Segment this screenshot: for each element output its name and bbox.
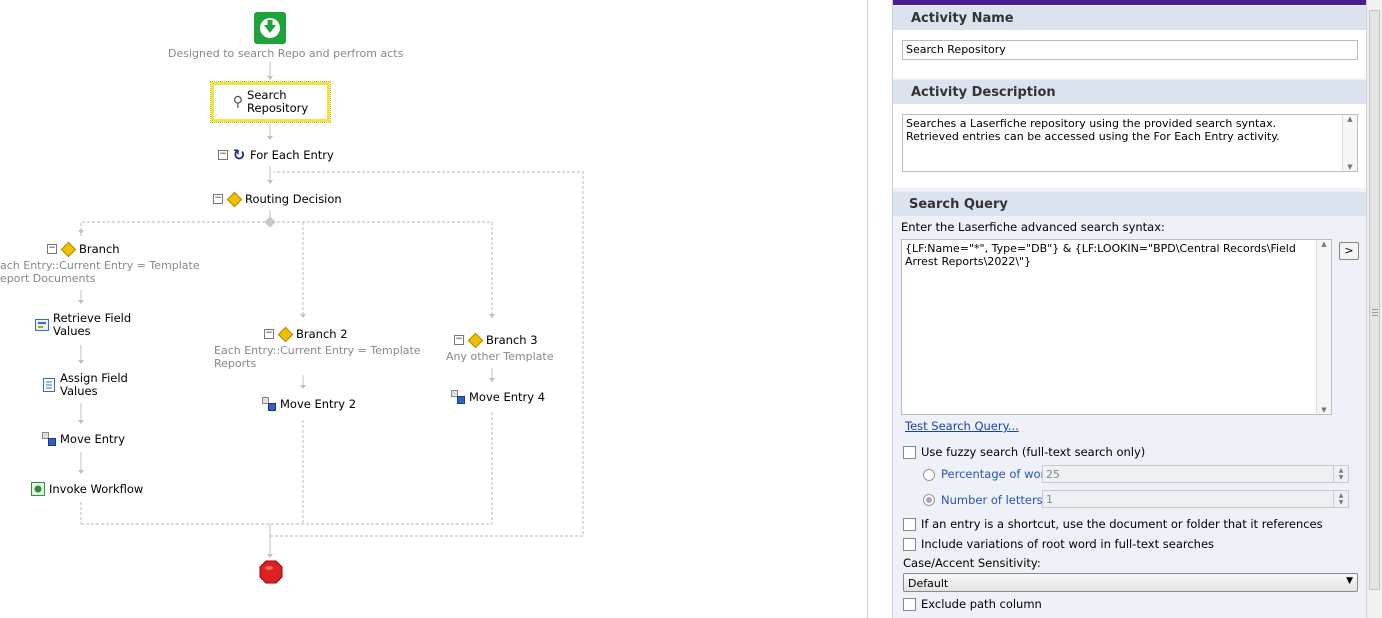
search-syntax-label: Enter the Laserfiche advanced search syn… <box>901 220 1165 234</box>
percentage-spinner[interactable]: ▲ ▼ <box>1333 466 1348 482</box>
branch-2-label: Branch 2 <box>296 327 348 341</box>
branch-1-activity[interactable]: − Branch <box>47 241 120 257</box>
branch-icon <box>467 332 483 348</box>
search-query-input[interactable]: {LF:Name="*", Type="DB"} & {LF:LOOKIN="B… <box>901 239 1332 415</box>
test-search-query-link[interactable]: Test Search Query... <box>905 419 1019 433</box>
activity-description-section: Searches a Laserfiche repository using t… <box>893 104 1366 188</box>
collapse-icon[interactable]: − <box>264 329 274 339</box>
assign-field-values-activity[interactable]: Assign Field Values <box>42 372 128 398</box>
move-entry-icon <box>42 432 56 446</box>
percentage-radio[interactable] <box>923 469 935 481</box>
move-entry-2-label: Move Entry 2 <box>280 397 357 411</box>
invoke-workflow-icon <box>31 482 45 496</box>
retrieve-field-values-activity[interactable]: Retrieve Field Values <box>35 312 131 338</box>
branch-icon <box>277 326 293 342</box>
routing-decision-activity[interactable]: − Routing Decision <box>213 191 342 207</box>
letters-radio[interactable] <box>923 494 935 506</box>
search-repository-activity[interactable]: ⚲ Search Repository <box>210 81 331 123</box>
branch-1-label: Branch <box>79 242 120 256</box>
activity-description-input[interactable]: Searches a Laserfiche repository using t… <box>902 114 1358 172</box>
expand-query-button[interactable]: > <box>1339 242 1359 260</box>
branch-icon <box>60 241 76 257</box>
variations-label: Include variations of root word in full-… <box>921 537 1215 551</box>
sensitivity-value: Default <box>908 577 949 590</box>
scrollbar-thumb[interactable] <box>1369 10 1380 590</box>
workflow-connectors <box>78 62 584 558</box>
routing-decision-label: Routing Decision <box>245 192 342 206</box>
collapse-icon[interactable]: − <box>213 194 223 204</box>
for-each-entry-activity[interactable]: − ↻ For Each Entry <box>218 146 334 164</box>
activity-description-header[interactable]: Activity Description <box>893 80 1366 104</box>
search-query-text: {LF:Name="*", Type="DB"} & {LF:LOOKIN="B… <box>905 242 1296 268</box>
fuzzy-search-label: Use fuzzy search (full-text search only) <box>921 445 1146 459</box>
fuzzy-search-checkbox[interactable] <box>903 446 916 459</box>
branch-2-condition: Each Entry::Current Entry = Template Rep… <box>214 344 421 370</box>
percentage-label: Percentage of word: <box>941 467 1057 481</box>
letters-spinner[interactable]: ▲ ▼ <box>1333 491 1348 507</box>
workflow-designer-canvas[interactable]: Designed to search Repo and perfrom acts… <box>0 0 867 618</box>
for-each-entry-label: For Each Entry <box>250 148 334 162</box>
move-entry-activity[interactable]: Move Entry <box>42 432 125 446</box>
assign-fields-icon <box>42 378 56 392</box>
invoke-workflow-activity[interactable]: Invoke Workflow <box>31 482 143 496</box>
stop-icon[interactable] <box>259 560 283 584</box>
shortcut-checkbox[interactable] <box>903 518 916 531</box>
panel-accent-bar <box>893 0 1366 5</box>
query-scrollbar[interactable]: ▲ ▼ <box>1316 240 1331 414</box>
branch-3-condition: Any other Template <box>446 350 554 363</box>
branch-3-activity[interactable]: − Branch 3 <box>454 332 538 348</box>
sensitivity-label: Case/Accent Sensitivity: <box>903 556 1041 570</box>
branch-3-label: Branch 3 <box>486 333 538 347</box>
activity-name-header[interactable]: Activity Name <box>893 6 1366 30</box>
percentage-value: 25 <box>1046 468 1060 481</box>
exclude-path-label: Exclude path column <box>921 597 1042 611</box>
chevron-down-icon: ▼ <box>1346 576 1353 586</box>
panel-scrollbar[interactable] <box>1366 0 1382 618</box>
collapse-icon[interactable]: − <box>218 150 228 160</box>
properties-panel: Activity Name Search Repository Activity… <box>892 0 1366 618</box>
letters-value: 1 <box>1046 493 1053 506</box>
panel-gap <box>868 0 892 618</box>
move-entry-4-label: Move Entry 4 <box>469 390 546 404</box>
search-repository-label: Search Repository <box>247 88 309 115</box>
collapse-icon[interactable]: − <box>47 244 57 254</box>
move-entry-label: Move Entry <box>60 432 126 446</box>
activity-name-input[interactable]: Search Repository <box>902 40 1358 60</box>
letters-input[interactable]: 1 ▲ ▼ <box>1042 490 1349 508</box>
magnifier-icon: ⚲ <box>232 94 244 110</box>
variations-checkbox[interactable] <box>903 538 916 551</box>
move-entry-icon <box>451 390 465 404</box>
start-icon[interactable] <box>254 12 286 44</box>
collapse-icon[interactable]: − <box>454 335 464 345</box>
move-entry-icon <box>262 397 276 411</box>
shortcut-label: If an entry is a shortcut, use the docum… <box>921 517 1323 531</box>
letters-label: Number of letters: <box>941 493 1047 507</box>
percentage-input[interactable]: 25 ▲ ▼ <box>1042 465 1349 483</box>
sensitivity-select[interactable]: Default ▼ <box>903 573 1358 592</box>
field-values-icon <box>35 318 49 332</box>
invoke-workflow-label: Invoke Workflow <box>49 482 144 496</box>
activity-description-text: Searches a Laserfiche repository using t… <box>906 117 1280 143</box>
move-entry-2-activity[interactable]: Move Entry 2 <box>262 397 356 411</box>
assign-field-values-label: Assign Field Values <box>60 371 128 398</box>
decision-icon <box>226 191 242 207</box>
loop-icon: ↻ <box>232 146 246 164</box>
move-entry-4-activity[interactable]: Move Entry 4 <box>451 390 545 404</box>
search-query-header[interactable]: Search Query <box>893 192 1366 216</box>
description-scrollbar[interactable]: ▲ ▼ <box>1342 115 1357 171</box>
start-caption: Designed to search Repo and perfrom acts <box>168 47 404 60</box>
exclude-path-checkbox[interactable] <box>903 598 916 611</box>
branch-1-condition: ach Entry::Current Entry = Template epor… <box>0 259 200 285</box>
activity-name-section: Search Repository <box>893 30 1366 78</box>
retrieve-field-values-label: Retrieve Field Values <box>53 311 132 338</box>
branch-2-activity[interactable]: − Branch 2 <box>264 326 348 342</box>
